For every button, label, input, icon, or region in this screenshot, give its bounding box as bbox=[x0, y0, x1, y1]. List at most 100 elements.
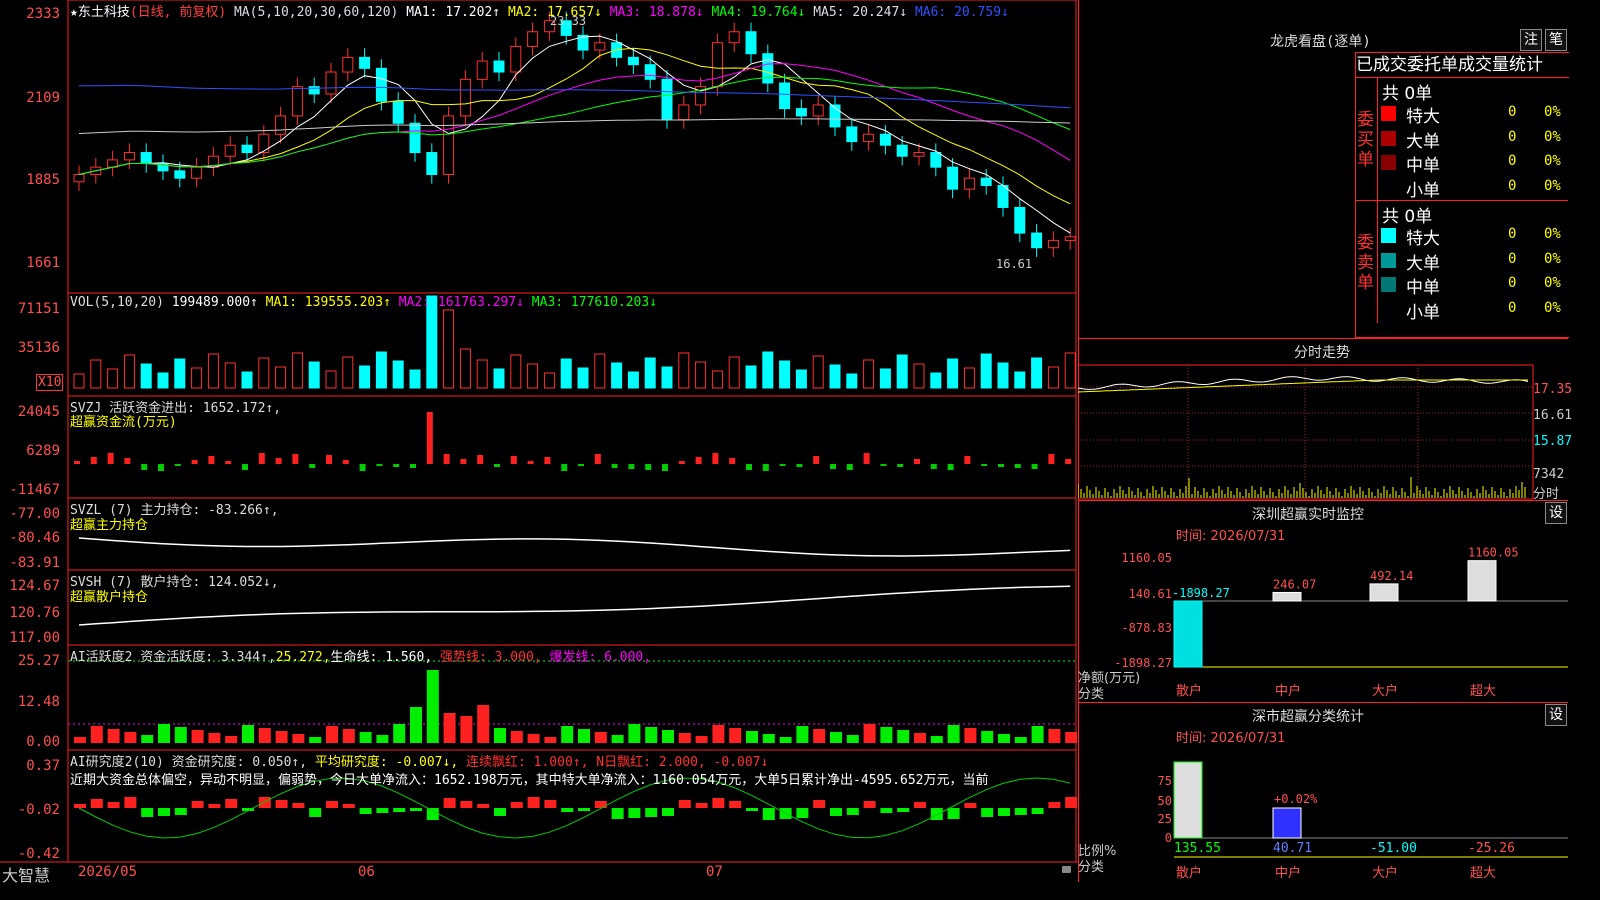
activity-bar bbox=[662, 730, 674, 743]
candle bbox=[846, 126, 858, 143]
fund-flow-bar bbox=[376, 464, 383, 466]
vol-ma2: MA2: 161763.297↓ bbox=[398, 295, 524, 310]
ai1-v3: 生命线: 1.560, bbox=[330, 650, 433, 665]
activity-bar bbox=[359, 732, 372, 743]
sell-row-pct: 0% bbox=[1544, 250, 1561, 267]
sz-monitor-bar bbox=[1272, 591, 1302, 602]
fund-flow-bar bbox=[544, 457, 551, 464]
candle bbox=[745, 31, 757, 55]
sz-monitor-category: 中户 bbox=[1275, 683, 1301, 699]
activity-bar bbox=[510, 731, 523, 743]
stock-name[interactable]: 东土科技 bbox=[78, 5, 130, 20]
intraday-divider bbox=[1078, 338, 1568, 339]
sell-row-pct: 0% bbox=[1544, 226, 1561, 242]
volume-bar bbox=[611, 362, 623, 389]
research-bar bbox=[880, 808, 893, 813]
activity-bar bbox=[191, 730, 204, 743]
volume-bar bbox=[560, 358, 572, 389]
sz-monitor-settings-button[interactable]: 设 bbox=[1545, 502, 1567, 524]
candle bbox=[359, 56, 371, 69]
volume-bar bbox=[258, 357, 270, 389]
dragon-tab-header[interactable]: 已成交委托单成交量统计 bbox=[1355, 52, 1569, 78]
sell-row-count: 0 bbox=[1508, 275, 1517, 291]
fund-flow-bar bbox=[712, 453, 719, 464]
candle bbox=[191, 166, 203, 179]
volume-bar bbox=[879, 368, 891, 389]
candle bbox=[913, 152, 925, 157]
lock-icon[interactable] bbox=[1062, 866, 1071, 873]
research-bar bbox=[1048, 802, 1061, 808]
activity-bar bbox=[141, 735, 154, 743]
volume-bar bbox=[678, 352, 690, 389]
ma5-value: MA5: 20.247↓ bbox=[813, 5, 908, 20]
volume-bar bbox=[627, 371, 639, 389]
price-y-label: 2109 bbox=[26, 90, 60, 106]
volume-bar bbox=[73, 373, 85, 389]
low-price-mark: 16.61 bbox=[996, 257, 1033, 271]
sz-monitor-category: 超大 bbox=[1470, 684, 1496, 699]
research-bar bbox=[544, 800, 557, 808]
intraday-chart[interactable] bbox=[1078, 360, 1568, 500]
fund-flow-bar bbox=[158, 464, 164, 471]
buy-row-count: 0 bbox=[1508, 104, 1517, 120]
ai1-y-label: 25.27 bbox=[17, 653, 60, 669]
volume-bar bbox=[510, 354, 522, 389]
sz-stats-value: -51.00 bbox=[1370, 841, 1417, 856]
sz-stats-y-label: 50 bbox=[1158, 794, 1172, 808]
fund-flow-bar bbox=[510, 456, 517, 464]
fund-flow-bar bbox=[981, 464, 988, 466]
sz-stats-value: 135.55 bbox=[1174, 841, 1221, 856]
volume-bar bbox=[745, 365, 757, 389]
fund-flow-bar bbox=[880, 464, 887, 466]
activity-bar bbox=[1048, 729, 1061, 743]
candle bbox=[627, 56, 639, 66]
date-label: 2026/05 bbox=[78, 864, 138, 880]
research-bar bbox=[561, 808, 574, 812]
research-bar bbox=[662, 808, 674, 816]
sell-row-count: 0 bbox=[1508, 226, 1517, 242]
fund-flow-bar bbox=[645, 464, 652, 470]
activity-bar bbox=[90, 726, 103, 743]
buy-swatch bbox=[1381, 179, 1396, 195]
volume-bar bbox=[795, 369, 807, 389]
fund-flow-bar bbox=[90, 457, 97, 464]
fund-flow-bar bbox=[242, 464, 248, 470]
high-price-mark: 23.33 bbox=[550, 14, 587, 28]
fund-flow-bar bbox=[208, 456, 215, 464]
buy-row-count: 0 bbox=[1508, 177, 1517, 194]
fund-flow-bar bbox=[494, 464, 500, 467]
sz-stats-bar bbox=[1173, 761, 1203, 839]
ai1-title: AI活跃度2 资金活跃度: 3.344↑, bbox=[70, 650, 276, 665]
sz-monitor-bar-label: 492.14 bbox=[1370, 569, 1413, 583]
candle bbox=[426, 152, 438, 176]
volume-bar bbox=[308, 361, 320, 389]
dragon-btn-tick[interactable]: 笔 bbox=[1545, 29, 1567, 51]
ma-line-10 bbox=[78, 47, 1071, 205]
activity-bar bbox=[1014, 737, 1027, 743]
candle bbox=[375, 67, 387, 102]
volume-bar bbox=[1031, 357, 1043, 389]
volume-bar bbox=[594, 353, 606, 389]
volume-bar bbox=[392, 360, 404, 389]
candle bbox=[342, 56, 354, 73]
sz-monitor-bar bbox=[1369, 583, 1399, 602]
activity-bar bbox=[174, 727, 187, 743]
period-label[interactable]: (日线, 前复权) bbox=[130, 5, 226, 20]
buy-row-pct: 0% bbox=[1544, 153, 1561, 169]
sell-swatch bbox=[1381, 228, 1396, 243]
volume-bar bbox=[577, 367, 589, 389]
favorite-star-icon[interactable]: ★ bbox=[70, 5, 78, 20]
sz-stats-settings-button[interactable]: 设 bbox=[1545, 704, 1567, 726]
svzl-y-label: -77.00 bbox=[9, 506, 60, 522]
research-bar bbox=[645, 808, 658, 817]
price-y-label: 1661 bbox=[26, 255, 60, 271]
activity-bar bbox=[846, 735, 859, 743]
ma-line-30 bbox=[78, 76, 1071, 175]
buy-row-count: 0 bbox=[1508, 153, 1517, 169]
dragon-btn-note[interactable]: 注 bbox=[1520, 29, 1542, 51]
sz-monitor-bar-label: 246.07 bbox=[1273, 577, 1316, 591]
candle bbox=[140, 152, 152, 165]
ai1-v4: 强势线: 3.000, bbox=[440, 650, 542, 665]
main-chart-area[interactable] bbox=[0, 0, 1078, 882]
fund-flow-bar bbox=[998, 464, 1004, 467]
